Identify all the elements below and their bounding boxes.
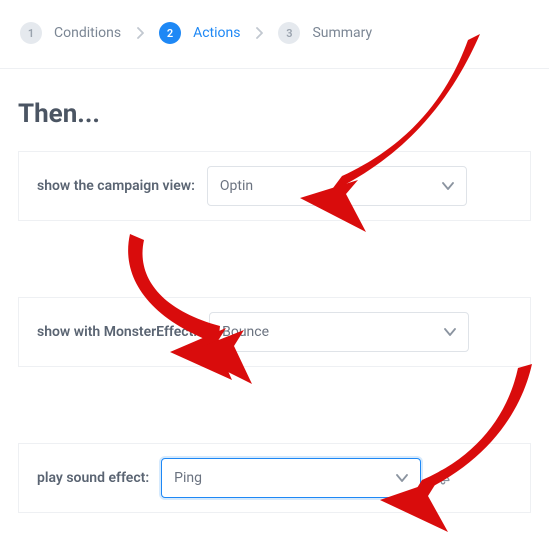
step-badge-1: 1 xyxy=(20,22,42,44)
then-heading: Then... xyxy=(18,99,531,129)
bell-icon[interactable] xyxy=(433,468,453,488)
sound-effect-select[interactable]: Ping xyxy=(161,458,421,498)
chevron-down-icon xyxy=(444,327,456,337)
chevron-right-icon xyxy=(254,27,264,39)
step-badge-2: 2 xyxy=(159,22,181,44)
campaign-view-select[interactable]: Optin xyxy=(207,166,467,206)
step-conditions[interactable]: 1 Conditions xyxy=(20,22,121,44)
row-sound-effect: play sound effect: Ping xyxy=(18,443,531,513)
monster-effect-label: show with MonsterEffect: xyxy=(37,324,197,340)
step-badge-3: 3 xyxy=(278,22,300,44)
monster-effect-value: Bounce xyxy=(222,324,269,340)
sound-effect-value: Ping xyxy=(174,470,202,486)
monster-effect-select[interactable]: Bounce xyxy=(209,312,469,352)
step-label-3: Summary xyxy=(312,25,372,41)
campaign-view-value: Optin xyxy=(220,178,253,194)
chevron-down-icon xyxy=(442,181,454,191)
wizard-stepper: 1 Conditions 2 Actions 3 Summary xyxy=(0,0,549,69)
campaign-view-label: show the campaign view: xyxy=(37,178,195,194)
step-actions[interactable]: 2 Actions xyxy=(159,22,240,44)
step-summary[interactable]: 3 Summary xyxy=(278,22,372,44)
step-label-2: Actions xyxy=(193,25,240,41)
row-campaign-view: show the campaign view: Optin xyxy=(18,151,531,221)
row-monster-effect: show with MonsterEffect: Bounce xyxy=(18,297,531,367)
sound-effect-label: play sound effect: xyxy=(37,470,149,486)
chevron-down-icon xyxy=(396,473,408,483)
chevron-right-icon xyxy=(135,27,145,39)
actions-panel: Then... show the campaign view: Optin sh… xyxy=(0,69,549,513)
step-label-1: Conditions xyxy=(54,25,121,41)
